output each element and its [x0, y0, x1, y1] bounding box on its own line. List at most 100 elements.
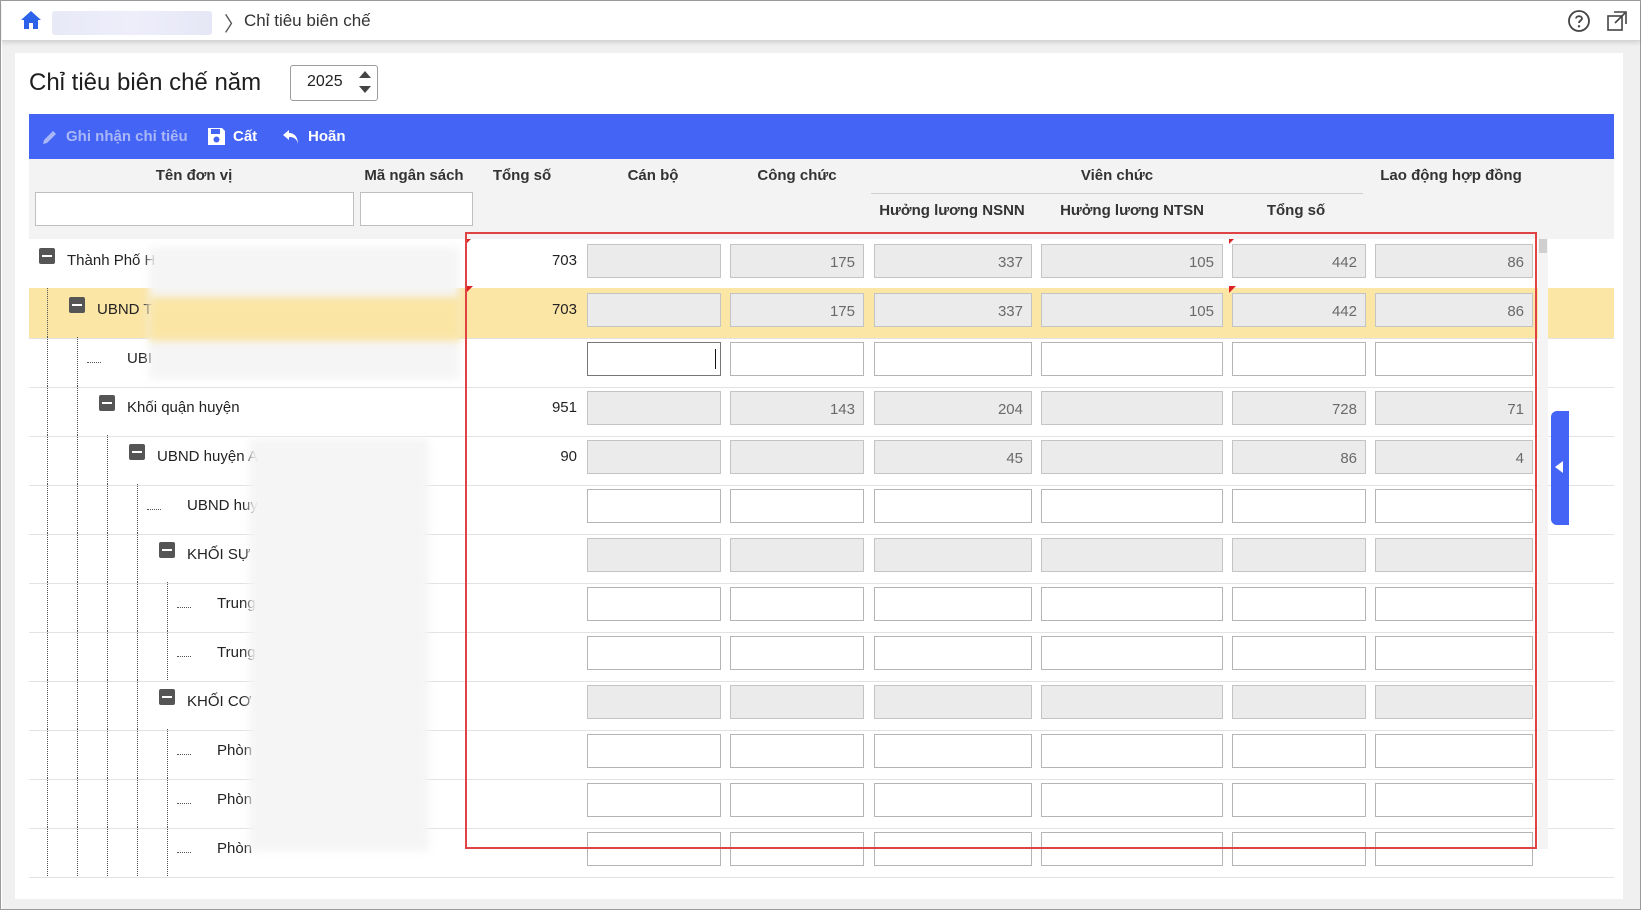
cell-cong-chuc[interactable]: 143: [730, 391, 864, 425]
cell-vc-total[interactable]: [1232, 636, 1366, 670]
cell-vc-ntsn[interactable]: [1041, 391, 1223, 425]
cell-vc-total[interactable]: 442: [1232, 244, 1366, 278]
cell-lao-dong[interactable]: 86: [1375, 293, 1533, 327]
cell-vc-total[interactable]: [1232, 783, 1366, 817]
cell-can-bo[interactable]: [587, 783, 721, 817]
save-button[interactable]: Cất: [207, 114, 257, 159]
cell-vc-ntsn[interactable]: [1041, 489, 1223, 523]
collapse-icon[interactable]: [159, 689, 175, 705]
cell-lao-dong[interactable]: [1375, 587, 1533, 621]
home-icon[interactable]: [20, 10, 42, 30]
cell-vc-ntsn[interactable]: 105: [1041, 244, 1223, 278]
cell-vc-ntsn[interactable]: [1041, 832, 1223, 866]
vertical-scrollbar[interactable]: [1538, 239, 1548, 849]
cell-vc-ntsn[interactable]: [1041, 636, 1223, 670]
collapse-icon[interactable]: [159, 542, 175, 558]
cell-vc-nsnn[interactable]: 337: [874, 244, 1032, 278]
cell-vc-total[interactable]: [1232, 587, 1366, 621]
cell-vc-total[interactable]: [1232, 832, 1366, 866]
cell-lao-dong[interactable]: [1375, 734, 1533, 768]
cell-can-bo[interactable]: [587, 636, 721, 670]
cell-vc-ntsn[interactable]: [1041, 342, 1223, 376]
cell-lao-dong[interactable]: [1375, 342, 1533, 376]
cell-vc-total[interactable]: [1232, 489, 1366, 523]
cell-lao-dong[interactable]: [1375, 832, 1533, 866]
cell-vc-nsnn[interactable]: [874, 538, 1032, 572]
cell-lao-dong[interactable]: 4: [1375, 440, 1533, 474]
cell-can-bo[interactable]: [587, 244, 721, 278]
breadcrumb-parent-redacted[interactable]: [52, 11, 212, 35]
cell-vc-total[interactable]: [1232, 538, 1366, 572]
side-panel-toggle[interactable]: [1551, 411, 1569, 525]
cell-cong-chuc[interactable]: [730, 440, 864, 474]
cell-lao-dong[interactable]: 86: [1375, 244, 1533, 278]
cell-vc-total[interactable]: [1232, 342, 1366, 376]
cell-cong-chuc[interactable]: [730, 587, 864, 621]
collapse-icon[interactable]: [129, 444, 145, 460]
cell-vc-nsnn[interactable]: 204: [874, 391, 1032, 425]
cell-cong-chuc[interactable]: [730, 685, 864, 719]
cell-vc-ntsn[interactable]: [1041, 734, 1223, 768]
cell-lao-dong[interactable]: [1375, 636, 1533, 670]
cell-vc-ntsn[interactable]: [1041, 783, 1223, 817]
cell-lao-dong[interactable]: [1375, 685, 1533, 719]
cell-can-bo[interactable]: [587, 685, 721, 719]
increment-icon[interactable]: [359, 71, 371, 78]
cell-vc-nsnn[interactable]: [874, 342, 1032, 376]
budget-code-filter[interactable]: [360, 192, 473, 226]
cell-vc-nsnn[interactable]: 45: [874, 440, 1032, 474]
collapse-icon[interactable]: [69, 297, 85, 313]
cell-cong-chuc[interactable]: [730, 783, 864, 817]
cell-vc-nsnn[interactable]: [874, 587, 1032, 621]
record-target-button[interactable]: Ghi nhận chỉ tiêu: [41, 114, 188, 159]
cell-vc-total[interactable]: 728: [1232, 391, 1366, 425]
year-stepper[interactable]: 2025: [290, 65, 378, 101]
scrollbar-thumb[interactable]: [1539, 239, 1547, 253]
cell-can-bo[interactable]: [587, 832, 721, 866]
cell-can-bo[interactable]: [587, 440, 721, 474]
cell-vc-total[interactable]: 86: [1232, 440, 1366, 474]
cell-vc-nsnn[interactable]: [874, 489, 1032, 523]
cell-lao-dong[interactable]: 71: [1375, 391, 1533, 425]
cell-can-bo[interactable]: [587, 342, 721, 376]
cell-lao-dong[interactable]: [1375, 489, 1533, 523]
cell-vc-ntsn[interactable]: 105: [1041, 293, 1223, 327]
cell-lao-dong[interactable]: [1375, 538, 1533, 572]
cell-can-bo[interactable]: [587, 293, 721, 327]
cell-vc-nsnn[interactable]: [874, 685, 1032, 719]
cell-can-bo[interactable]: [587, 587, 721, 621]
cell-vc-nsnn[interactable]: 337: [874, 293, 1032, 327]
cell-cong-chuc[interactable]: [730, 832, 864, 866]
undo-button[interactable]: Hoãn: [281, 114, 346, 159]
cell-cong-chuc[interactable]: [730, 734, 864, 768]
cell-vc-nsnn[interactable]: [874, 783, 1032, 817]
cell-vc-total[interactable]: [1232, 685, 1366, 719]
cell-vc-total[interactable]: [1232, 734, 1366, 768]
cell-vc-ntsn[interactable]: [1041, 587, 1223, 621]
cell-vc-ntsn[interactable]: [1041, 538, 1223, 572]
cell-vc-total[interactable]: 442: [1232, 293, 1366, 327]
cell-can-bo[interactable]: [587, 734, 721, 768]
popout-icon[interactable]: [1606, 10, 1628, 32]
cell-vc-nsnn[interactable]: [874, 636, 1032, 670]
help-icon[interactable]: [1567, 9, 1591, 33]
cell-can-bo[interactable]: [587, 391, 721, 425]
decrement-icon[interactable]: [359, 86, 371, 93]
cell-can-bo[interactable]: [587, 489, 721, 523]
cell-can-bo[interactable]: [587, 538, 721, 572]
table-row[interactable]: Khối quận huyện 951 143 204 728 71: [29, 386, 1614, 437]
unit-name-filter[interactable]: [35, 192, 354, 226]
collapse-icon[interactable]: [99, 395, 115, 411]
cell-cong-chuc[interactable]: [730, 538, 864, 572]
cell-vc-nsnn[interactable]: [874, 832, 1032, 866]
cell-cong-chuc[interactable]: 175: [730, 293, 864, 327]
collapse-icon[interactable]: [39, 248, 55, 264]
cell-lao-dong[interactable]: [1375, 783, 1533, 817]
cell-cong-chuc[interactable]: 175: [730, 244, 864, 278]
cell-cong-chuc[interactable]: [730, 636, 864, 670]
cell-vc-ntsn[interactable]: [1041, 440, 1223, 474]
cell-cong-chuc[interactable]: [730, 489, 864, 523]
cell-vc-nsnn[interactable]: [874, 734, 1032, 768]
cell-cong-chuc[interactable]: [730, 342, 864, 376]
cell-vc-ntsn[interactable]: [1041, 685, 1223, 719]
